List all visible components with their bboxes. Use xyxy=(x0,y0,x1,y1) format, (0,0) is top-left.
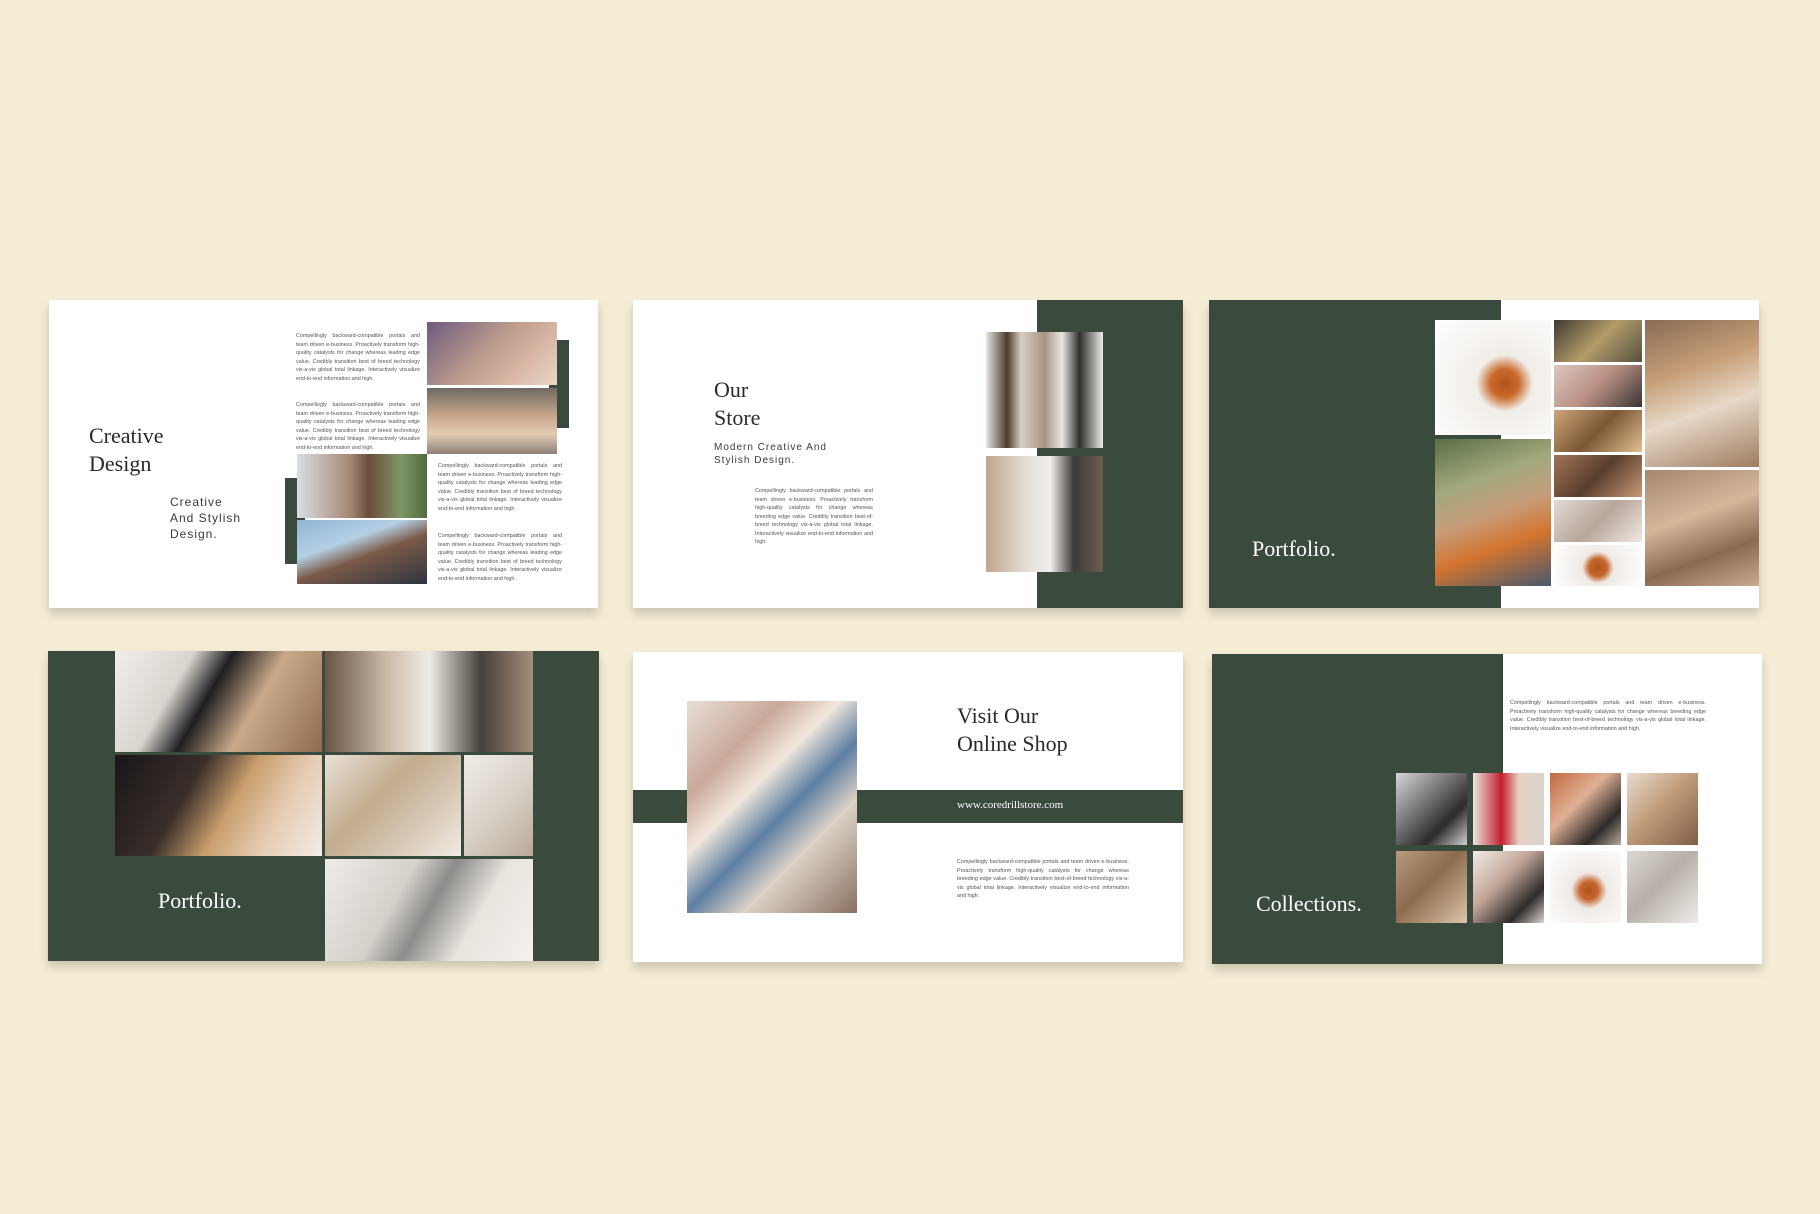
body-text: Compellingly backward-compatible portals… xyxy=(438,533,562,582)
body-text: Compellingly backward-compatible portals… xyxy=(755,488,873,545)
photo-serum-bottle xyxy=(1435,320,1551,435)
slide-portfolio-2[interactable]: Portfolio. xyxy=(48,651,599,961)
slide-creative-design[interactable]: Creative Design Creative And Stylish Des… xyxy=(49,300,598,608)
body-text: Compellingly backward-compatible portals… xyxy=(1510,700,1706,732)
slide-subtitle: Creative And Stylish Design. xyxy=(170,495,242,541)
photo-gold-bracelets xyxy=(115,755,322,856)
photo-hands xyxy=(1554,500,1642,542)
photo-jewelry-2 xyxy=(1554,410,1642,452)
photo-women-phone xyxy=(687,701,857,913)
photo-woman-fern xyxy=(1435,439,1551,586)
photo-laptop-lap xyxy=(325,859,533,961)
photo-woman-sky xyxy=(297,520,427,584)
photo-woman-nature xyxy=(297,454,427,518)
photo-collection-nails xyxy=(1473,851,1544,923)
slide-title: Portfolio. xyxy=(1252,536,1336,561)
photo-hand-nails xyxy=(1554,365,1642,407)
photo-collection-bw xyxy=(1396,773,1467,845)
slide-collections[interactable]: Collections. Compellingly backward-compa… xyxy=(1212,654,1762,964)
slide-subtitle: Modern Creative And Stylish Design. xyxy=(714,442,827,466)
website-link[interactable]: www.coredrillstore.com xyxy=(957,799,1063,811)
slide-title: Collections. xyxy=(1256,891,1362,916)
photo-jewelry-1 xyxy=(1554,320,1642,362)
photo-collection-bottle xyxy=(1550,851,1621,923)
photo-collection-jar xyxy=(1627,851,1698,923)
photo-hand-rings xyxy=(1645,470,1759,586)
body-text: Compellingly backward-compatible portals… xyxy=(296,333,420,382)
slide-online-shop[interactable]: Visit Our Online Shop www.coredrillstore… xyxy=(633,652,1183,962)
slide-title: Portfolio. xyxy=(158,888,242,913)
body-text: Compellingly backward-compatible portals… xyxy=(296,402,420,451)
photo-store-shelf xyxy=(986,332,1103,448)
photo-collection-red xyxy=(1473,773,1544,845)
photo-collection-necklace xyxy=(1627,773,1698,845)
slide-title: Visit Our Online Shop xyxy=(957,703,1068,756)
photo-reading xyxy=(464,755,533,856)
photo-woman-purple-hair xyxy=(427,322,557,385)
body-text: Compellingly backward-compatible portals… xyxy=(438,463,562,512)
photo-pampas xyxy=(325,755,461,856)
photo-woman-blonde xyxy=(427,388,557,454)
slide-title: Our Store xyxy=(714,377,761,430)
photo-collection-redhead xyxy=(1550,773,1621,845)
photo-necklace xyxy=(1645,320,1759,467)
body-text: Compellingly backward-compatible portals… xyxy=(957,859,1129,899)
slide-portfolio-1[interactable]: Portfolio. xyxy=(1209,300,1759,608)
photo-laptop-desk xyxy=(115,651,322,752)
slide-title: Creative Design xyxy=(89,423,164,476)
photo-bottle-small xyxy=(1554,545,1642,586)
photo-store-interior xyxy=(986,456,1103,572)
photo-hand-ring xyxy=(1554,455,1642,497)
photo-collection-rings xyxy=(1396,851,1467,923)
slide-our-store[interactable]: Our Store Modern Creative And Stylish De… xyxy=(633,300,1183,608)
photo-boutique xyxy=(325,651,533,752)
